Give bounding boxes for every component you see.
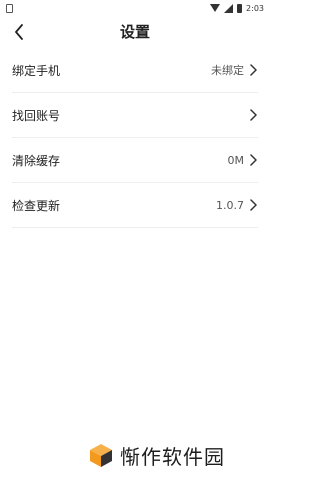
- setting-label: 清除缓存: [12, 153, 61, 168]
- setting-right: 未绑定: [211, 62, 258, 78]
- setting-label: 找回账号: [12, 108, 61, 123]
- chevron-right-icon: [248, 64, 258, 76]
- sim-card-icon: [6, 3, 13, 13]
- setting-value: 1.0.7: [216, 198, 244, 212]
- setting-value: 未绑定: [211, 64, 244, 77]
- setting-recover-account[interactable]: 找回账号: [12, 93, 258, 138]
- chevron-right-icon: [248, 199, 258, 211]
- status-bar: 2:03: [0, 0, 270, 16]
- setting-label: 绑定手机: [12, 63, 61, 78]
- nav-bar: 设置: [0, 16, 270, 48]
- setting-clear-cache[interactable]: 清除缓存 0M: [12, 138, 258, 183]
- wifi-icon: [210, 4, 221, 12]
- watermark-logo-icon: [90, 444, 112, 467]
- chevron-right-icon: [248, 109, 258, 121]
- watermark-text: 惭作软件园: [120, 444, 225, 469]
- status-time: 2:03: [246, 3, 264, 13]
- setting-right: [244, 109, 258, 121]
- back-arrow-icon: [15, 24, 23, 40]
- watermark: 惭作软件园: [88, 437, 225, 473]
- page-title: 设置: [119, 23, 150, 41]
- setting-value: 0M: [227, 153, 245, 167]
- setting-right: 0M: [228, 154, 259, 167]
- chevron-right-icon: [248, 154, 258, 166]
- status-right: 2:03: [210, 3, 264, 13]
- setting-label: 检查更新: [12, 198, 61, 213]
- settings-screen: 2:03 设置 绑定手机 未绑定 找回账号 清除缓存 0M 检查更新 1.0.7…: [0, 0, 270, 480]
- battery-icon: [237, 3, 243, 13]
- settings-list: 绑定手机 未绑定 找回账号 清除缓存 0M 检查更新 1.0.7: [12, 48, 258, 228]
- setting-right: 1.0.7: [216, 199, 258, 212]
- status-left: [6, 3, 13, 13]
- cellular-signal-icon: [224, 3, 234, 13]
- back-button[interactable]: [8, 20, 30, 44]
- setting-check-update[interactable]: 检查更新 1.0.7: [12, 183, 258, 228]
- setting-bind-phone[interactable]: 绑定手机 未绑定: [12, 48, 258, 93]
